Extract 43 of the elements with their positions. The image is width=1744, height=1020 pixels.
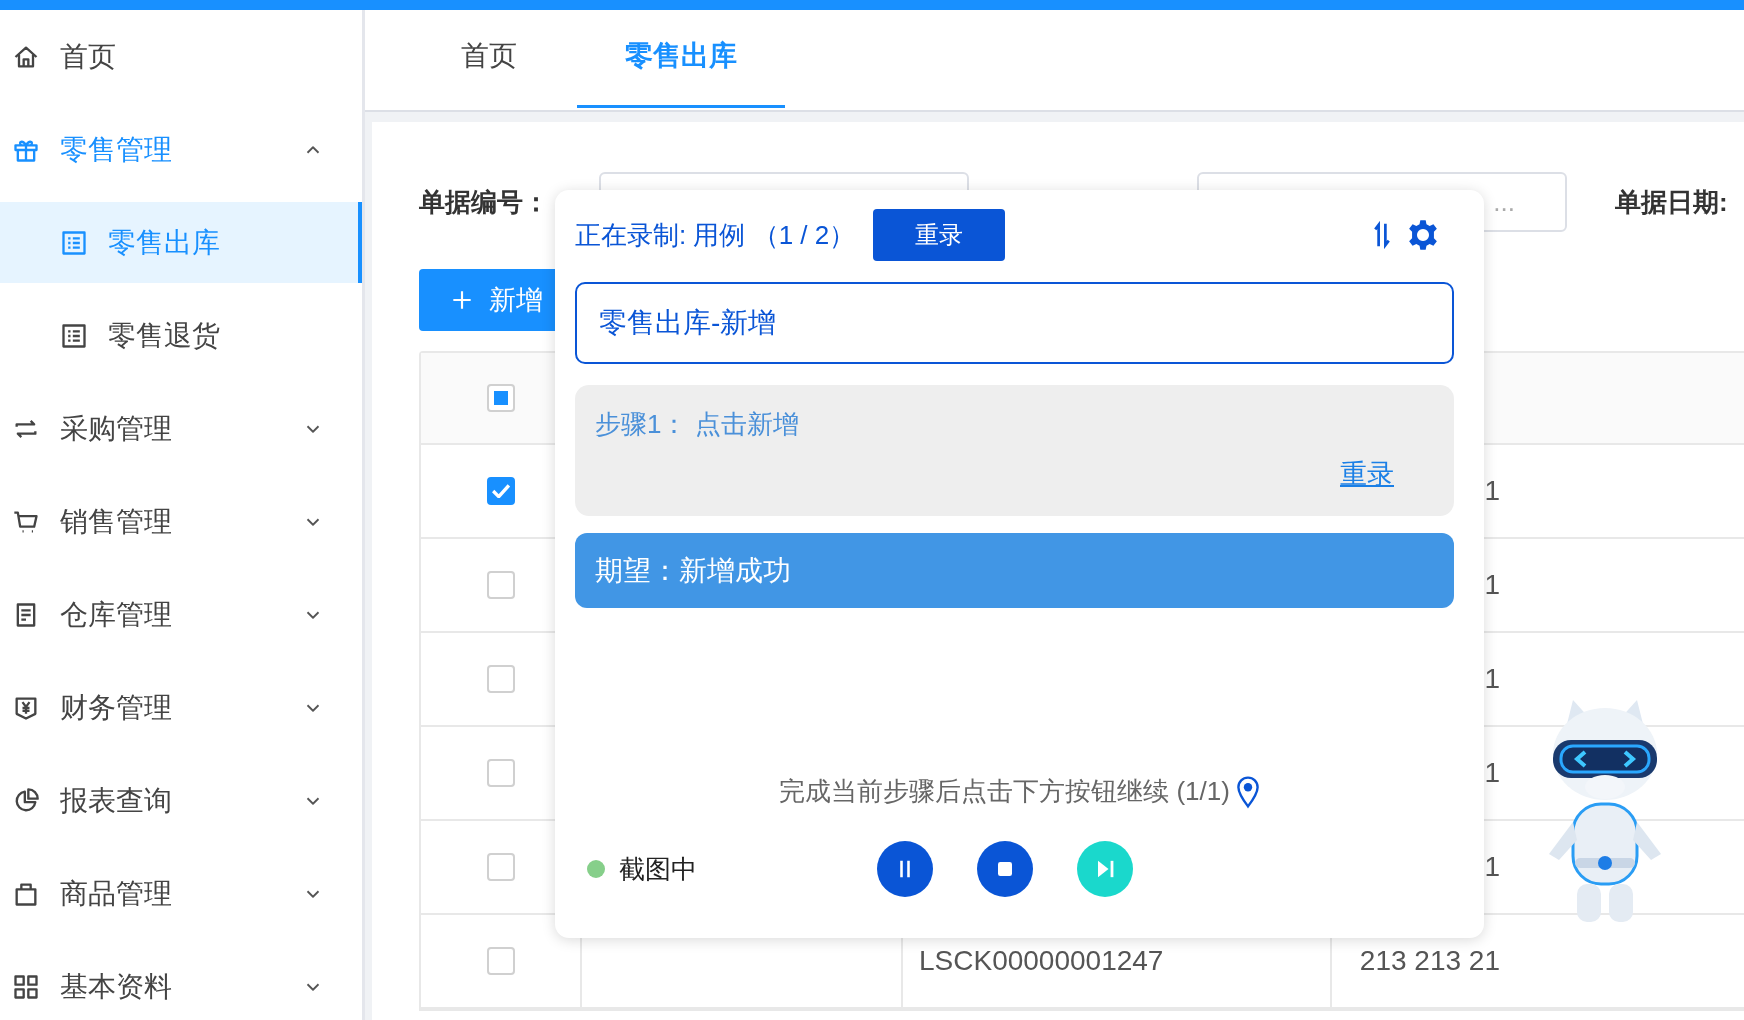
checkbox[interactable]	[486, 571, 515, 599]
table-cell: 1	[1484, 475, 1500, 507]
settings-icon[interactable]	[1407, 219, 1439, 251]
case-name-field[interactable]: 零售出库-新增	[575, 282, 1454, 364]
check-icon	[491, 484, 510, 498]
field-label: 单据日期:	[1615, 185, 1728, 219]
sidebar-item[interactable]: 报表查询	[0, 754, 362, 847]
sidebar-item[interactable]: 商品管理	[0, 847, 362, 940]
sidebar-item[interactable]: 财务管理	[0, 661, 362, 754]
checkbox[interactable]	[486, 665, 515, 693]
status-text: 截图中	[619, 852, 697, 886]
sort-icon[interactable]	[1373, 221, 1391, 249]
pause-button[interactable]	[877, 841, 933, 897]
checkbox[interactable]	[486, 477, 515, 505]
step-text: 步骤1： 点击新增	[595, 408, 799, 441]
location-pin-icon	[1235, 774, 1260, 809]
sidebar-item[interactable]: 首页	[0, 10, 362, 103]
checkbox[interactable]	[486, 947, 515, 975]
table-cell: 1	[1484, 569, 1500, 601]
field-label: 单据编号：	[419, 185, 550, 219]
hint-text: 完成当前步骤后点击下方按钮继续 (1/1)	[779, 775, 1230, 808]
sidebar-item[interactable]: 采购管理	[0, 382, 362, 475]
table-cell: 1	[1484, 663, 1500, 695]
sidebar-item[interactable]: 基本资料	[0, 940, 362, 1020]
grid-icon	[12, 972, 40, 1001]
stop-button[interactable]	[977, 841, 1033, 897]
list-icon	[60, 321, 88, 350]
recording-title: 正在录制: 用例 （1 / 2）	[575, 218, 856, 252]
table-cell: LSCK00000001247	[919, 945, 1164, 977]
checkbox[interactable]	[486, 759, 515, 787]
rerecord-button[interactable]: 重录	[873, 209, 1006, 261]
tab[interactable]: 首页	[425, 10, 577, 108]
table-cell: 213 213 21	[1359, 945, 1500, 977]
expectation-bar: 期望：新增成功	[575, 533, 1454, 608]
list-icon	[60, 228, 88, 257]
checkbox[interactable]	[486, 853, 515, 881]
table-cell: 1	[1484, 757, 1500, 789]
next-step-button[interactable]	[1077, 841, 1133, 897]
sidebar-subitem[interactable]: 零售退货	[0, 289, 362, 382]
sidebar-item[interactable]: 销售管理	[0, 475, 362, 568]
checkbox[interactable]	[486, 384, 515, 412]
table-cell: 1	[1484, 851, 1500, 883]
sidebar-item[interactable]: 仓库管理	[0, 568, 362, 661]
